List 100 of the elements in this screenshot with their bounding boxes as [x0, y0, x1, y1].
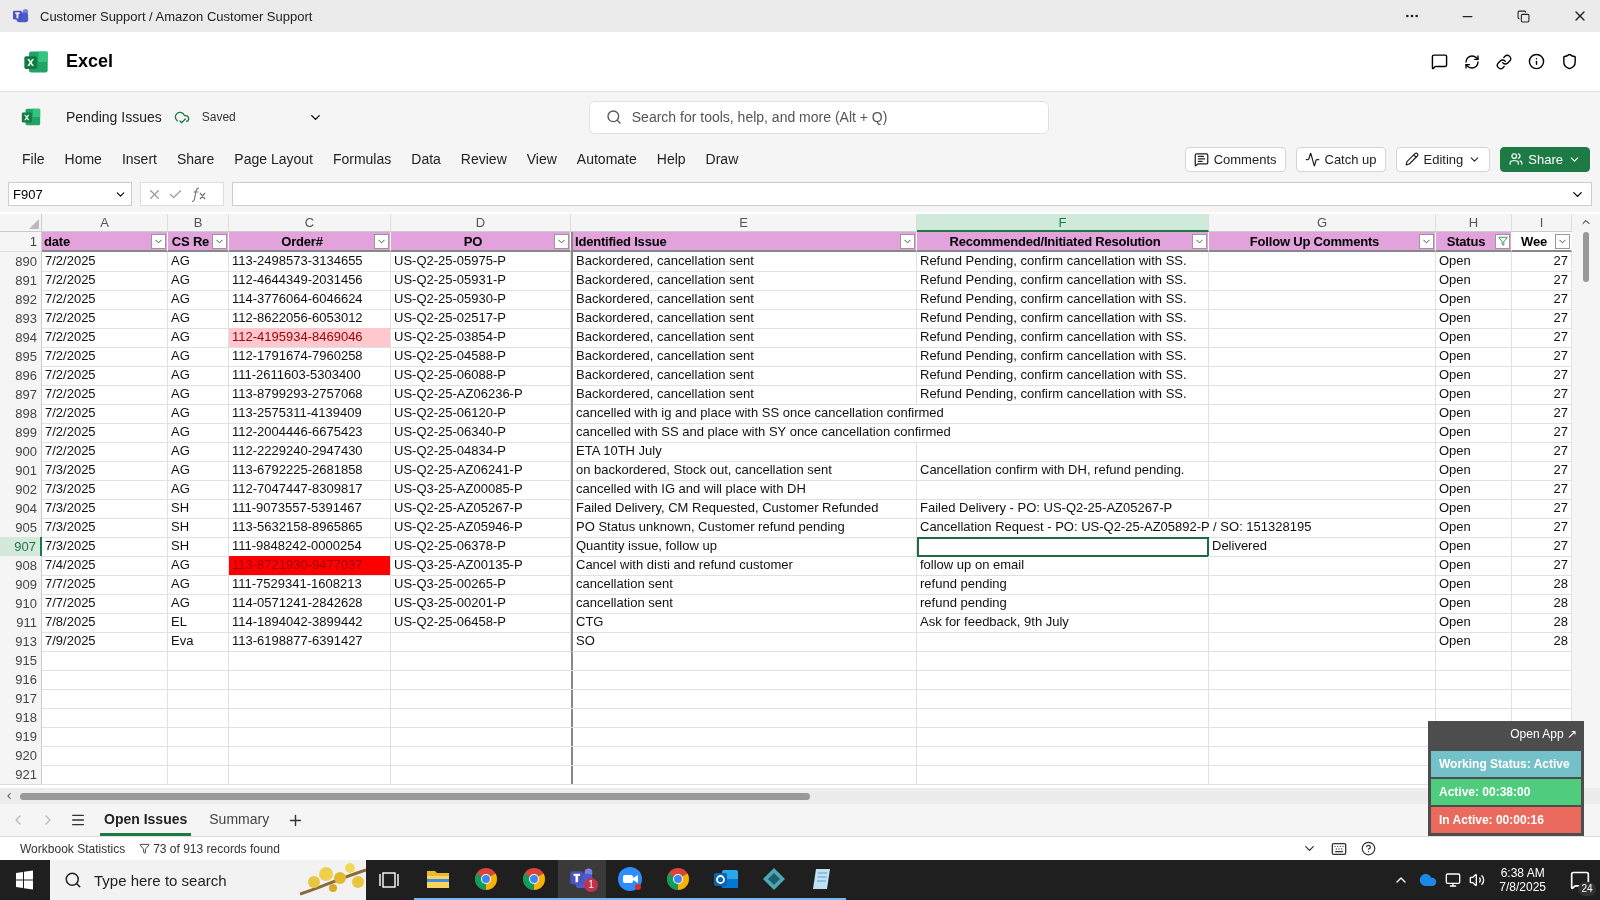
- taskbar-app[interactable]: 1: [558, 860, 606, 900]
- workbook-statistics[interactable]: Workbook Statistics: [20, 841, 126, 856]
- table-cell: Open: [1436, 423, 1512, 443]
- clock[interactable]: 6:38 AM 7/8/2025: [1499, 866, 1546, 894]
- table-cell: Open: [1436, 404, 1512, 424]
- column-letter[interactable]: A: [42, 214, 168, 232]
- table-cell: US-Q2-25-06088-P: [391, 366, 571, 386]
- table-cell: 7/2/2025: [42, 404, 168, 424]
- table-cell: 7/3/2025: [42, 518, 168, 538]
- notification-badge: 1: [584, 878, 598, 892]
- row-number: 920: [0, 746, 42, 766]
- row-number: 895: [0, 347, 42, 367]
- table-cell: AG: [168, 461, 229, 481]
- table-cell: Backordered, cancellation sent: [571, 385, 917, 405]
- table-cell: follow up on email: [917, 556, 1209, 576]
- row-number: 918: [0, 708, 42, 728]
- table-cell: 113-2498573-3134655: [229, 252, 391, 272]
- table-cell: 7/3/2025: [42, 537, 168, 557]
- table-cell: US-Q2-25-06378-P: [391, 537, 571, 557]
- row-number: 908: [0, 556, 42, 576]
- menu-tab[interactable]: File: [12, 151, 55, 167]
- table-cell: Open: [1436, 366, 1512, 386]
- row-number: 1: [0, 232, 42, 252]
- column-letter[interactable]: G: [1209, 214, 1436, 232]
- table-cell: US-Q2-25-AZ05267-P: [391, 499, 571, 519]
- column-header: Status: [1436, 232, 1512, 252]
- table-cell: Open: [1436, 480, 1512, 500]
- toolbar-button[interactable]: Catch up: [1295, 146, 1386, 172]
- table-cell: 113-2575311-4139409: [229, 404, 391, 424]
- records-count: 73 of 913 records found: [153, 841, 280, 856]
- table-cell: 112-7047447-8309817: [229, 480, 391, 500]
- column-letter[interactable]: E: [571, 214, 917, 232]
- toolbar-button[interactable]: Share: [1500, 146, 1590, 172]
- document-name[interactable]: Pending Issues: [66, 109, 162, 125]
- menu-tab[interactable]: Insert: [111, 151, 167, 167]
- table-cell: US-Q2-25-06120-P: [391, 404, 571, 424]
- column-letter[interactable]: F: [917, 214, 1209, 232]
- table-cell: Cancel with disti and refund customer: [571, 556, 917, 576]
- table-cell: Failed Delivery, CM Requested, Customer Refunded: [571, 499, 917, 519]
- table-cell: SH: [168, 499, 229, 519]
- column-header: Follow Up Comments: [1209, 232, 1436, 252]
- menu-tab[interactable]: Formulas: [322, 151, 402, 167]
- table-cell: 114-1894042-3899442: [229, 613, 391, 633]
- open-app-link[interactable]: Open App ↗: [1431, 725, 1581, 749]
- table-cell: 111-2611603-5303400: [229, 366, 391, 386]
- menu-tab[interactable]: Draw: [695, 151, 749, 167]
- menu-tab[interactable]: Home: [54, 151, 112, 167]
- table-cell: Backordered, cancellation sent: [571, 366, 917, 386]
- column-letter[interactable]: D: [391, 214, 571, 232]
- table-cell: AG: [168, 404, 229, 424]
- column-letter[interactable]: H: [1436, 214, 1512, 232]
- search-field[interactable]: Search for tools, help, and more (Alt + Q): [588, 100, 1049, 134]
- table-cell: on backordered, Stock out, cancellation sent: [571, 461, 917, 481]
- table-cell: AG: [168, 366, 229, 386]
- column-letter[interactable]: I: [1512, 214, 1572, 232]
- menu-tab[interactable]: Automate: [566, 151, 647, 167]
- toolbar-button[interactable]: Comments: [1184, 146, 1286, 172]
- table-cell: Backordered, cancellation sent: [571, 309, 917, 329]
- table-cell: Open: [1436, 328, 1512, 348]
- row-number: 890: [0, 252, 42, 272]
- table-cell: US-Q2-25-05975-P: [391, 252, 571, 272]
- row-number: 913: [0, 632, 42, 652]
- table-cell: Backordered, cancellation sent: [571, 252, 917, 272]
- menu-tab[interactable]: Help: [646, 151, 696, 167]
- table-cell: Open: [1436, 461, 1512, 481]
- table-cell: EL: [168, 613, 229, 633]
- table-cell: SH: [168, 537, 229, 557]
- menu-tab[interactable]: Data: [401, 151, 451, 167]
- table-cell: US-Q2-25-02517-P: [391, 309, 571, 329]
- menu-tab[interactable]: Share: [166, 151, 225, 167]
- column-letter[interactable]: B: [168, 214, 229, 232]
- row-number: 891: [0, 271, 42, 291]
- app-name: Excel: [66, 51, 114, 72]
- name-box[interactable]: F907: [8, 182, 132, 206]
- taskbar-search-field[interactable]: Type here to search: [50, 860, 366, 900]
- menu-tab[interactable]: Page Layout: [224, 151, 323, 167]
- row-number: 919: [0, 727, 42, 747]
- table-cell: US-Q2-25-03854-P: [391, 328, 571, 348]
- table-cell: Open: [1436, 309, 1512, 329]
- table-cell: Open: [1436, 442, 1512, 462]
- table-cell: AG: [168, 594, 229, 614]
- table-cell: US-Q2-25-05931-P: [391, 271, 571, 291]
- menu-tab[interactable]: Review: [450, 151, 517, 167]
- row-number: 904: [0, 499, 42, 519]
- toolbar-button[interactable]: Editing: [1395, 146, 1491, 172]
- table-cell: Open: [1436, 594, 1512, 614]
- table-cell: Ask for feedback, 9th July: [917, 613, 1209, 633]
- working-status: Working Status: Active: [1431, 751, 1581, 777]
- table-cell: 112-4644349-2031456: [229, 271, 391, 291]
- table-cell: PO Status unknown, Customer refund pending: [571, 518, 917, 538]
- column-letter[interactable]: C: [229, 214, 391, 232]
- table-cell: cancelled with SS and place with SY once cancellation confirmed: [571, 423, 1209, 443]
- sheet-tab[interactable]: Summary: [205, 804, 274, 836]
- table-cell: Quantity issue, follow up: [571, 537, 917, 557]
- table-cell: Open: [1436, 252, 1512, 272]
- table-cell: cancellation sent: [571, 594, 917, 614]
- sheet-tab[interactable]: Open Issues: [100, 804, 192, 836]
- row-number: 909: [0, 575, 42, 595]
- menu-tab[interactable]: View: [516, 151, 567, 167]
- inactive-time: In Active: 00:00:16: [1431, 807, 1581, 833]
